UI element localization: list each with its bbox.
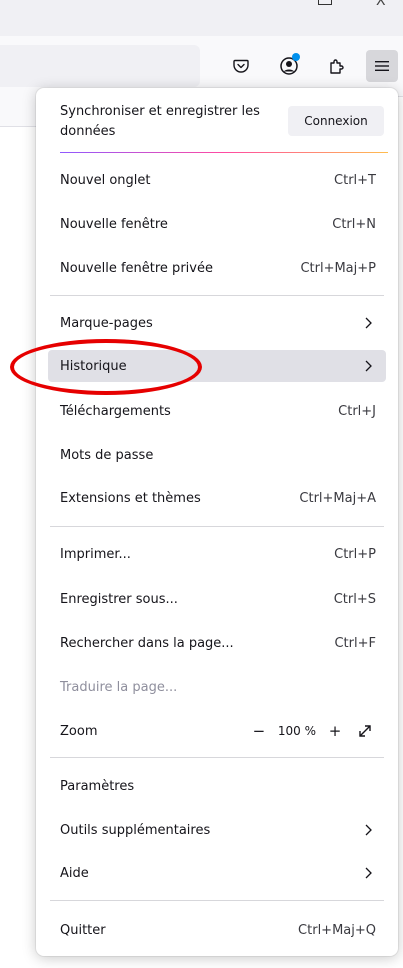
- chevron-right-icon: [365, 317, 372, 329]
- connexion-button[interactable]: Connexion: [288, 106, 384, 136]
- menu-item-shortcut: Ctrl+T: [334, 172, 376, 188]
- menu-item-label: Outils supplémentaires: [60, 822, 211, 838]
- fullscreen-button[interactable]: [354, 720, 376, 742]
- zoom-level[interactable]: 100 %: [278, 724, 316, 738]
- menu-item-label: Aide: [60, 865, 89, 881]
- menu-item-shortcut: Ctrl+S: [333, 591, 376, 607]
- menu-item-nouvelle-fenetre-privee[interactable]: Nouvelle fenêtre privée Ctrl+Maj+P: [48, 252, 386, 284]
- notification-dot: [292, 53, 300, 61]
- maximize-icon[interactable]: [318, 0, 332, 5]
- chevron-right-icon: [365, 360, 372, 372]
- menu-item-telechargements[interactable]: Téléchargements Ctrl+J: [48, 395, 386, 427]
- sync-section: Synchroniser et enregistrer les données …: [36, 88, 398, 150]
- menu-separator: [50, 295, 384, 296]
- hamburger-menu-icon: [375, 61, 389, 71]
- menu-separator: [50, 900, 384, 901]
- menu-item-shortcut: Ctrl+P: [334, 546, 376, 562]
- menu-item-shortcut: Ctrl+N: [332, 216, 376, 232]
- menu-item-nouvel-onglet[interactable]: Nouvel onglet Ctrl+T: [48, 164, 386, 196]
- title-bar: X: [0, 0, 403, 36]
- menu-item-label: Imprimer...: [60, 546, 131, 562]
- menu-item-label: Mots de passe: [60, 447, 154, 463]
- menu-item-nouvelle-fenetre[interactable]: Nouvelle fenêtre Ctrl+N: [48, 208, 386, 240]
- page-content-header: [0, 96, 40, 127]
- menu-item-quitter[interactable]: Quitter Ctrl+Maj+Q: [48, 914, 386, 946]
- chevron-right-icon: [365, 824, 372, 836]
- menu-item-shortcut: Ctrl+J: [338, 403, 376, 419]
- menu-item-traduire-la-page: Traduire la page...: [48, 671, 386, 703]
- menu-item-label: Traduire la page...: [60, 679, 178, 695]
- menu-item-marque-pages[interactable]: Marque-pages: [48, 307, 386, 339]
- app-menu-panel: Synchroniser et enregistrer les données …: [36, 88, 398, 956]
- menu-item-label: Nouvel onglet: [60, 172, 151, 188]
- fullscreen-icon: [359, 725, 371, 737]
- menu-item-label: Quitter: [60, 922, 106, 938]
- menu-item-imprimer[interactable]: Imprimer... Ctrl+P: [48, 538, 386, 570]
- url-bar[interactable]: [0, 45, 200, 87]
- menu-separator: [50, 526, 384, 527]
- menu-item-zoom: Zoom − 100 % +: [48, 715, 386, 747]
- menu-item-label: Nouvelle fenêtre: [60, 216, 168, 232]
- menu-item-rechercher-dans-la-page[interactable]: Rechercher dans la page... Ctrl+F: [48, 627, 386, 659]
- menu-item-enregistrer-sous[interactable]: Enregistrer sous... Ctrl+S: [48, 583, 386, 615]
- menu-item-mots-de-passe[interactable]: Mots de passe: [48, 439, 386, 471]
- menu-item-shortcut: Ctrl+F: [334, 635, 376, 651]
- menu-item-label: Rechercher dans la page...: [60, 635, 234, 651]
- pocket-button[interactable]: [225, 50, 257, 82]
- pocket-icon: [233, 59, 249, 73]
- zoom-out-button[interactable]: −: [248, 720, 270, 742]
- menu-item-label: Historique: [60, 358, 127, 374]
- menu-item-label: Marque-pages: [60, 315, 153, 331]
- menu-item-label: Paramètres: [60, 778, 135, 794]
- menu-item-label: Extensions et thèmes: [60, 490, 201, 506]
- zoom-in-button[interactable]: +: [324, 720, 346, 742]
- menu-item-aide[interactable]: Aide: [48, 857, 386, 889]
- navigation-toolbar: [0, 36, 403, 96]
- extensions-button[interactable]: [321, 50, 353, 82]
- menu-separator: [50, 757, 384, 758]
- sync-gradient-divider: [60, 152, 388, 153]
- chevron-right-icon: [365, 867, 372, 879]
- menu-item-shortcut: Ctrl+Maj+Q: [298, 922, 376, 938]
- account-button[interactable]: [273, 50, 305, 82]
- menu-item-label: Téléchargements: [60, 403, 171, 419]
- sync-description: Synchroniser et enregistrer les données: [60, 104, 260, 139]
- zoom-controls: − 100 % +: [248, 715, 376, 747]
- menu-item-extensions-et-themes[interactable]: Extensions et thèmes Ctrl+Maj+A: [48, 482, 386, 514]
- menu-item-historique[interactable]: Historique: [48, 350, 386, 382]
- menu-item-shortcut: Ctrl+Maj+P: [300, 260, 376, 276]
- menu-item-parametres[interactable]: Paramètres: [48, 770, 386, 802]
- extensions-icon: [330, 59, 344, 74]
- menu-item-label: Zoom: [60, 723, 98, 739]
- close-icon[interactable]: X: [376, 0, 386, 8]
- menu-item-outils-supplementaires[interactable]: Outils supplémentaires: [48, 814, 386, 846]
- menu-item-shortcut: Ctrl+Maj+A: [299, 490, 376, 506]
- menu-item-label: Enregistrer sous...: [60, 591, 178, 607]
- app-menu-button[interactable]: [366, 50, 398, 82]
- menu-item-label: Nouvelle fenêtre privée: [60, 260, 213, 276]
